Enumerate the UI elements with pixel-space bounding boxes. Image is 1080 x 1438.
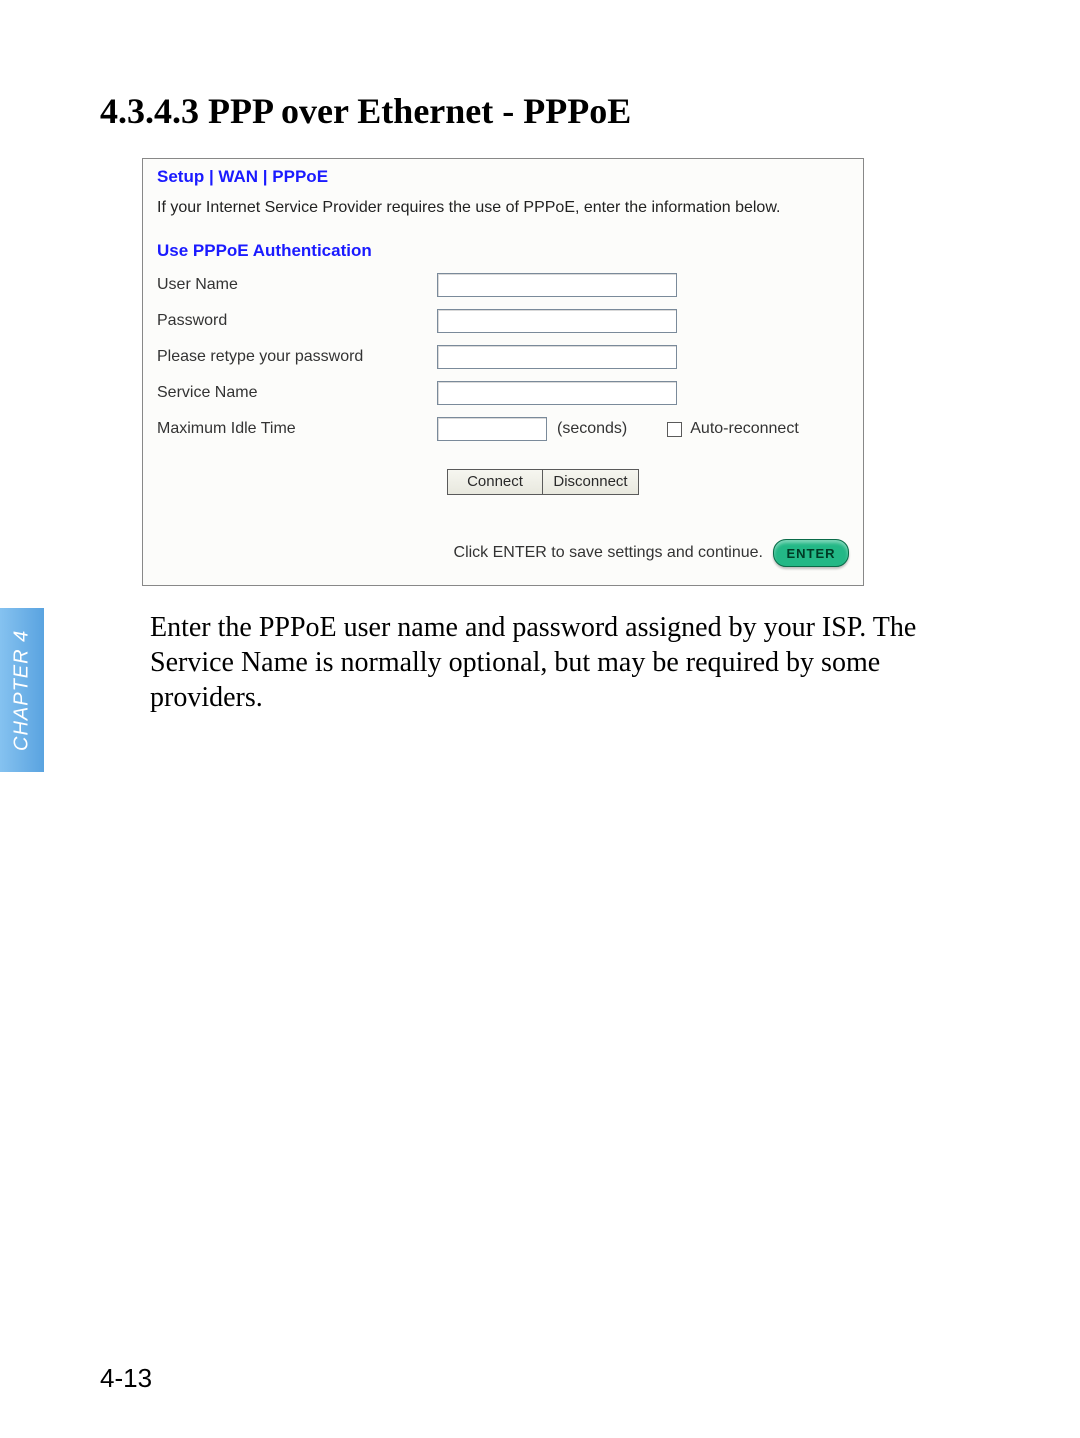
username-label: User Name	[157, 276, 437, 294]
max-idle-label: Maximum Idle Time	[157, 420, 437, 438]
service-name-label: Service Name	[157, 384, 437, 402]
disconnect-button[interactable]: Disconnect	[543, 469, 639, 495]
breadcrumb: Setup | WAN | PPPoE	[157, 167, 849, 187]
enter-button[interactable]: ENTER	[773, 539, 849, 567]
retype-password-input[interactable]	[437, 345, 677, 369]
auto-reconnect-checkbox[interactable]	[667, 422, 682, 437]
footer-text: Click ENTER to save settings and continu…	[454, 544, 763, 562]
seconds-label: (seconds)	[557, 420, 627, 438]
pppoe-config-panel: Setup | WAN | PPPoE If your Internet Ser…	[142, 158, 864, 586]
chapter-tab: CHAPTER 4	[0, 608, 44, 772]
page-number: 4-13	[100, 1363, 152, 1394]
password-label: Password	[157, 312, 437, 330]
service-name-input[interactable]	[437, 381, 677, 405]
password-input[interactable]	[437, 309, 677, 333]
connect-button[interactable]: Connect	[447, 469, 543, 495]
intro-text: If your Internet Service Provider requir…	[157, 199, 849, 217]
section-heading: 4.3.4.3 PPP over Ethernet - PPPoE	[100, 90, 990, 132]
max-idle-input[interactable]	[437, 417, 547, 441]
username-input[interactable]	[437, 273, 677, 297]
auto-reconnect-label: Auto-reconnect	[690, 420, 799, 438]
retype-password-label: Please retype your password	[157, 348, 437, 366]
body-paragraph: Enter the PPPoE user name and password a…	[150, 610, 980, 715]
auth-heading: Use PPPoE Authentication	[157, 241, 849, 261]
